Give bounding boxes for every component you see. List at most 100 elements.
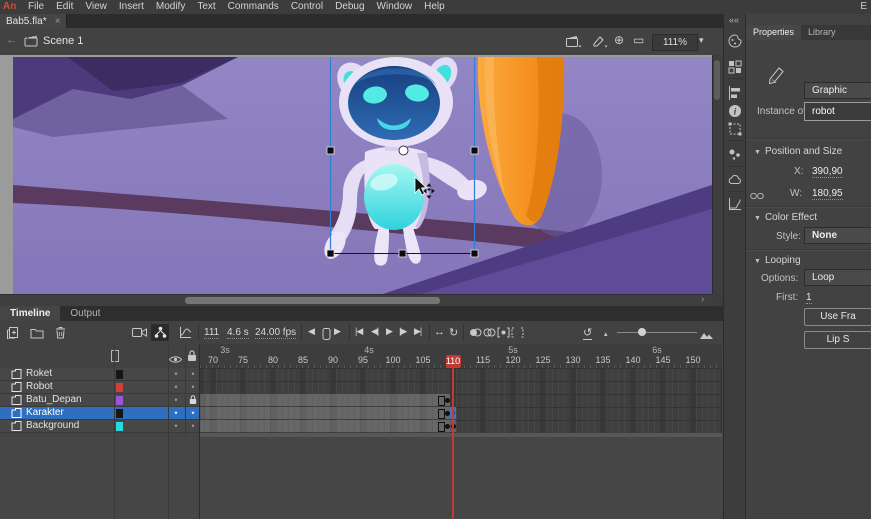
playhead-marker[interactable]: 110 <box>446 355 461 368</box>
color-panel-icon[interactable] <box>728 34 742 48</box>
ruler-frame-number[interactable]: 115 <box>471 355 495 365</box>
symbol-type-dropdown[interactable]: Graphic <box>804 82 871 99</box>
layer-lock-toggle[interactable]: • <box>189 381 197 393</box>
new-layer-button[interactable] <box>4 324 22 341</box>
loop-options-dropdown[interactable]: Loop <box>804 269 871 286</box>
timeline-zoom-slider[interactable] <box>617 332 697 333</box>
loop-end-icon[interactable]: ▶ <box>334 326 340 337</box>
layer-visibility-toggle[interactable]: • <box>172 407 180 419</box>
delete-layer-button[interactable] <box>51 324 69 341</box>
ruler-frame-number[interactable]: 120 <box>501 355 525 365</box>
frame-span-batu_depan[interactable] <box>200 394 450 406</box>
use-frame-picker-button[interactable]: Use Fra <box>804 308 871 326</box>
menu-item-commands[interactable]: Commands <box>228 1 279 12</box>
animate-logo[interactable]: An <box>3 1 16 12</box>
ruler-frame-number[interactable]: 145 <box>651 355 675 365</box>
x-value[interactable]: 390,90 <box>812 166 843 178</box>
section-looping[interactable]: ▼Looping <box>754 255 801 266</box>
tab-timeline[interactable]: Timeline <box>0 306 60 322</box>
loop-playback-button[interactable]: ↻ <box>449 326 458 339</box>
modify-markers-button[interactable] <box>508 324 526 341</box>
section-color-effect[interactable]: ▼Color Effect <box>754 212 817 223</box>
ruler-frame-number[interactable]: 70 <box>201 355 225 365</box>
menu-item-insert[interactable]: Insert <box>119 1 144 12</box>
add-camera-button[interactable] <box>130 324 148 341</box>
menu-item-file[interactable]: File <box>28 1 44 12</box>
center-stage-icon[interactable]: ⊕ <box>614 33 624 47</box>
first-frame-value[interactable]: 1 <box>806 292 812 304</box>
ruler-frame-number[interactable]: 130 <box>561 355 585 365</box>
layer-lock-toggle[interactable]: • <box>189 420 197 432</box>
frame-end-marker[interactable] <box>438 396 445 406</box>
ruler-frame-number[interactable]: 140 <box>621 355 645 365</box>
lock-icon[interactable] <box>187 349 197 367</box>
frames-grid[interactable] <box>200 368 722 433</box>
keyframe-dot[interactable] <box>445 424 450 429</box>
play-button[interactable]: ▶ <box>386 326 392 337</box>
menu-item-modify[interactable]: Modify <box>156 1 185 12</box>
ruler-frame-number[interactable]: 75 <box>231 355 255 365</box>
back-arrow-icon[interactable]: ← <box>6 34 17 46</box>
link-width-height-icon[interactable] <box>750 188 764 206</box>
menu-item-view[interactable]: View <box>85 1 107 12</box>
timeline-zoom-slider-knob[interactable] <box>638 328 646 336</box>
timeline-zoom-in-icon[interactable] <box>697 326 715 343</box>
menu-item-window[interactable]: Window <box>377 1 413 12</box>
layer-row-karakter[interactable]: Karakter•• <box>0 407 199 420</box>
timeline-ruler[interactable]: 3s4s5s6s70758085909510010511011512012513… <box>200 344 722 369</box>
menu-item-text[interactable]: Text <box>197 1 215 12</box>
workspace-button[interactable]: E <box>860 1 867 12</box>
frame-end-marker[interactable] <box>438 422 445 432</box>
brush-library-panel-icon[interactable] <box>728 148 742 162</box>
elapsed-time-value[interactable]: 4.6 s <box>227 327 249 339</box>
playhead-line[interactable] <box>452 368 454 519</box>
scene-name[interactable]: Scene 1 <box>43 35 83 47</box>
loop-start-icon[interactable]: ◀ <box>308 326 314 337</box>
layer-color-swatch[interactable] <box>116 409 123 418</box>
layer-row-batu_depan[interactable]: Batu_Depan• <box>0 394 199 407</box>
reset-timeline-zoom-button[interactable]: ↺ <box>583 326 592 340</box>
keyframe-dot[interactable] <box>445 411 450 416</box>
document-tab[interactable]: Bab5.fla* × <box>0 14 67 28</box>
layer-color-swatch[interactable] <box>116 396 123 405</box>
ruler-frame-number[interactable]: 105 <box>411 355 435 365</box>
motion-editor-panel-icon[interactable] <box>728 197 742 211</box>
go-to-last-frame-button[interactable]: ▶| <box>414 326 421 337</box>
stage-zoom-input[interactable]: 111% <box>652 34 698 51</box>
instance-name-field[interactable]: robot <box>804 102 871 121</box>
cc-libraries-panel-icon[interactable] <box>728 173 742 187</box>
layer-visibility-toggle[interactable]: • <box>172 420 180 432</box>
loop-range-icon[interactable] <box>317 325 335 342</box>
menu-item-edit[interactable]: Edit <box>56 1 73 12</box>
layer-visibility-toggle[interactable]: • <box>172 381 180 393</box>
selection-handles[interactable] <box>327 146 478 257</box>
ruler-frame-number[interactable]: 95 <box>351 355 375 365</box>
clip-content-icon[interactable]: ▭ <box>633 33 644 47</box>
info-panel-icon[interactable]: i <box>728 104 742 118</box>
layer-row-background[interactable]: Background•• <box>0 420 199 433</box>
ruler-frame-number[interactable]: 135 <box>591 355 615 365</box>
tab-output[interactable]: Output <box>60 306 110 322</box>
layer-color-swatch[interactable] <box>116 383 123 392</box>
edit-scene-icon[interactable] <box>566 35 582 53</box>
current-frame-value[interactable]: 111 <box>204 327 219 339</box>
section-position-size[interactable]: ▼Position and Size <box>754 146 842 157</box>
ruler-frame-number[interactable]: 150 <box>681 355 705 365</box>
transform-panel-icon[interactable] <box>728 122 742 136</box>
layer-lock-toggle[interactable]: • <box>189 407 197 419</box>
frame-end-marker[interactable] <box>438 409 445 419</box>
stage-horizontal-scrollbar-thumb[interactable] <box>185 297 440 304</box>
close-tab-icon[interactable]: × <box>55 16 61 27</box>
layer-visibility-toggle[interactable]: • <box>172 368 180 380</box>
center-playhead-button[interactable]: ↔ <box>434 326 445 338</box>
lip-syncing-button[interactable]: Lip S <box>804 331 871 349</box>
layer-lock-toggle[interactable]: • <box>189 368 197 380</box>
ruler-frame-number[interactable]: 125 <box>531 355 555 365</box>
layer-color-swatch[interactable] <box>116 370 123 379</box>
ruler-frame-number[interactable]: 80 <box>261 355 285 365</box>
timeline-zoom-out-icon[interactable]: ▴ <box>604 330 608 338</box>
frame-span-background[interactable] <box>200 420 456 432</box>
edit-symbols-icon[interactable] <box>592 35 608 53</box>
show-layer-depth-button[interactable] <box>176 324 194 341</box>
new-folder-button[interactable] <box>28 324 46 341</box>
